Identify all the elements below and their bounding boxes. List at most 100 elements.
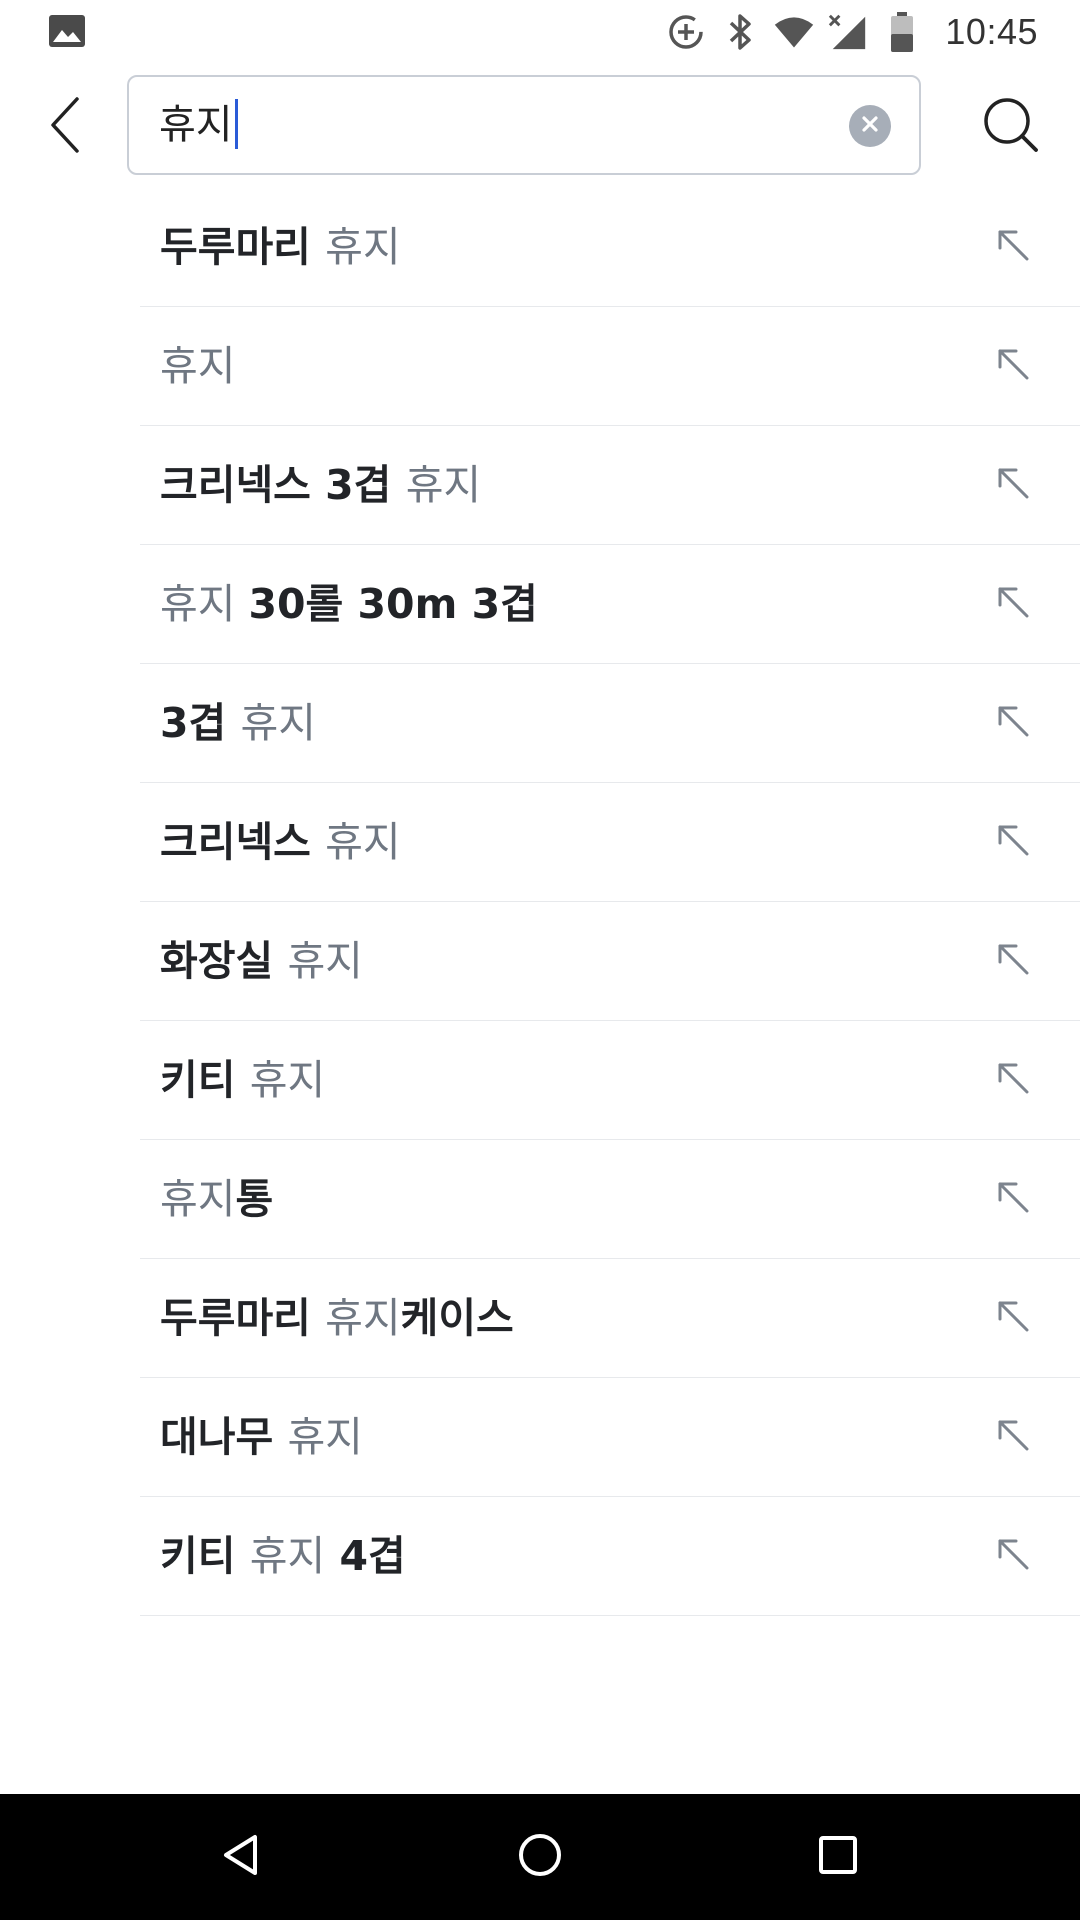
suggestion-match-text: 휴지 bbox=[325, 818, 401, 866]
bluetooth-icon bbox=[719, 11, 761, 53]
suggestion-item[interactable]: 3겹 휴지 bbox=[140, 664, 1080, 783]
suggestion-extra-text: 두루마리 bbox=[160, 223, 326, 271]
search-icon bbox=[982, 96, 1040, 158]
status-icons: 10:45 bbox=[665, 0, 1038, 64]
suggestion-extra-text: 케이스 bbox=[400, 1294, 514, 1342]
fill-query-button[interactable] bbox=[990, 1057, 1036, 1103]
nav-back-button[interactable] bbox=[209, 1825, 273, 1889]
suggestion-text: 3겹 휴지 bbox=[160, 664, 316, 782]
search-box[interactable]: 휴지 bbox=[127, 75, 921, 175]
arrow-up-left-icon bbox=[996, 1180, 1030, 1218]
gallery-icon bbox=[48, 14, 86, 48]
chevron-left-icon bbox=[47, 95, 83, 159]
fill-query-button[interactable] bbox=[990, 1414, 1036, 1460]
suggestion-match-text: 휴지 bbox=[325, 1294, 401, 1342]
suggestion-item[interactable]: 키티 휴지 4겹 bbox=[140, 1497, 1080, 1616]
nav-home-button[interactable] bbox=[508, 1825, 572, 1889]
suggestion-match-text: 휴지 bbox=[287, 937, 363, 985]
recents-square-icon bbox=[817, 1834, 859, 1880]
suggestion-item[interactable]: 휴지 bbox=[140, 307, 1080, 426]
suggestion-match-text: 휴지 bbox=[249, 1056, 326, 1104]
arrow-up-left-icon bbox=[996, 347, 1030, 385]
navigation-bar bbox=[0, 1794, 1080, 1920]
fill-query-button[interactable] bbox=[990, 462, 1036, 508]
status-bar: 10:45 bbox=[0, 0, 1080, 64]
suggestion-item[interactable]: 두루마리 휴지 bbox=[140, 188, 1080, 307]
arrow-up-left-icon bbox=[996, 942, 1030, 980]
suggestion-item[interactable]: 크리넥스 휴지 bbox=[140, 783, 1080, 902]
suggestion-extra-text: 키티 bbox=[160, 1532, 250, 1580]
clear-button[interactable] bbox=[849, 105, 891, 147]
search-query: 휴지 bbox=[159, 102, 233, 148]
home-circle-icon bbox=[517, 1832, 563, 1882]
search-header: 휴지 bbox=[0, 64, 1080, 188]
arrow-up-left-icon bbox=[996, 1061, 1030, 1099]
fill-query-button[interactable] bbox=[990, 1176, 1036, 1222]
suggestion-match-text: 휴지 bbox=[325, 223, 401, 271]
suggestion-match-text: 휴지 bbox=[249, 1532, 326, 1580]
fill-query-button[interactable] bbox=[990, 224, 1036, 270]
fill-query-button[interactable] bbox=[990, 819, 1036, 865]
suggestion-text: 두루마리 휴지케이스 bbox=[160, 1259, 514, 1377]
suggestion-text: 크리넥스 휴지 bbox=[160, 783, 401, 901]
suggestion-text: 크리넥스 3겹 휴지 bbox=[160, 426, 481, 544]
suggestion-text: 화장실 휴지 bbox=[160, 902, 363, 1020]
suggestion-extra-text: 두루마리 bbox=[160, 1294, 326, 1342]
fill-query-button[interactable] bbox=[990, 581, 1036, 627]
suggestion-match-text: 휴지 bbox=[240, 699, 316, 747]
suggestion-extra-text: 크리넥스 3겹 bbox=[160, 461, 406, 509]
suggestion-match-text: 휴지 bbox=[405, 461, 482, 509]
arrow-up-left-icon bbox=[996, 1418, 1030, 1456]
suggestion-text: 두루마리 휴지 bbox=[160, 188, 401, 306]
back-triangle-icon bbox=[221, 1833, 261, 1881]
suggestion-text: 휴지 bbox=[160, 307, 235, 425]
suggestion-match-text: 휴지 bbox=[160, 580, 249, 628]
suggestion-item[interactable]: 두루마리 휴지케이스 bbox=[140, 1259, 1080, 1378]
suggestion-text: 대나무 휴지 bbox=[160, 1378, 363, 1496]
suggestion-item[interactable]: 크리넥스 3겹 휴지 bbox=[140, 426, 1080, 545]
arrow-up-left-icon bbox=[996, 1537, 1030, 1575]
suggestion-item[interactable]: 대나무 휴지 bbox=[140, 1378, 1080, 1497]
arrow-up-left-icon bbox=[996, 228, 1030, 266]
suggestion-item[interactable]: 키티 휴지 bbox=[140, 1021, 1080, 1140]
fill-query-button[interactable] bbox=[990, 1295, 1036, 1341]
suggestion-text: 휴지 30롤 30m 3겹 bbox=[160, 545, 538, 663]
fill-query-button[interactable] bbox=[990, 938, 1036, 984]
fill-query-button[interactable] bbox=[990, 1533, 1036, 1579]
suggestion-item[interactable]: 휴지 30롤 30m 3겹 bbox=[140, 545, 1080, 664]
suggestion-extra-text: 크리넥스 bbox=[160, 818, 326, 866]
search-input[interactable]: 휴지 bbox=[159, 77, 238, 173]
arrow-up-left-icon bbox=[996, 704, 1030, 742]
back-button[interactable] bbox=[30, 92, 100, 162]
suggestion-text: 키티 휴지 4겹 bbox=[160, 1497, 406, 1615]
suggestion-extra-text: 3겹 bbox=[160, 699, 241, 747]
suggestion-text: 휴지통 bbox=[160, 1140, 273, 1258]
suggestion-match-text: 휴지 bbox=[160, 1175, 236, 1223]
fill-query-button[interactable] bbox=[990, 343, 1036, 389]
arrow-up-left-icon bbox=[996, 823, 1030, 861]
suggestion-match-text: 휴지 bbox=[160, 342, 236, 390]
fill-query-button[interactable] bbox=[990, 700, 1036, 746]
clear-icon bbox=[860, 114, 880, 138]
suggestion-extra-text: 키티 bbox=[160, 1056, 250, 1104]
status-time: 10:45 bbox=[945, 11, 1038, 52]
text-caret bbox=[234, 99, 238, 149]
cellular-no-signal-icon bbox=[827, 11, 869, 53]
arrow-up-left-icon bbox=[996, 585, 1030, 623]
suggestion-extra-text: 30롤 30m 3겹 bbox=[248, 580, 538, 628]
battery-icon bbox=[881, 11, 923, 53]
suggestion-item[interactable]: 화장실 휴지 bbox=[140, 902, 1080, 1021]
suggestion-extra-text: 통 bbox=[235, 1175, 274, 1223]
nav-recents-button[interactable] bbox=[806, 1825, 870, 1889]
suggestion-match-text: 휴지 bbox=[287, 1413, 363, 1461]
data-saver-icon bbox=[665, 11, 707, 53]
suggestion-list: 두루마리 휴지 휴지 크리넥스 3겹 휴지 휴지 30롤 30m 3겹 3겹 휴지 크리넥… bbox=[140, 188, 1080, 1616]
arrow-up-left-icon bbox=[996, 466, 1030, 504]
search-button[interactable] bbox=[976, 92, 1046, 162]
suggestion-text: 키티 휴지 bbox=[160, 1021, 325, 1139]
suggestion-extra-text: 화장실 bbox=[160, 937, 288, 985]
suggestion-item[interactable]: 휴지통 bbox=[140, 1140, 1080, 1259]
suggestion-extra-text: 4겹 bbox=[325, 1532, 406, 1580]
wifi-icon bbox=[773, 11, 815, 53]
suggestion-extra-text: 대나무 bbox=[160, 1413, 288, 1461]
